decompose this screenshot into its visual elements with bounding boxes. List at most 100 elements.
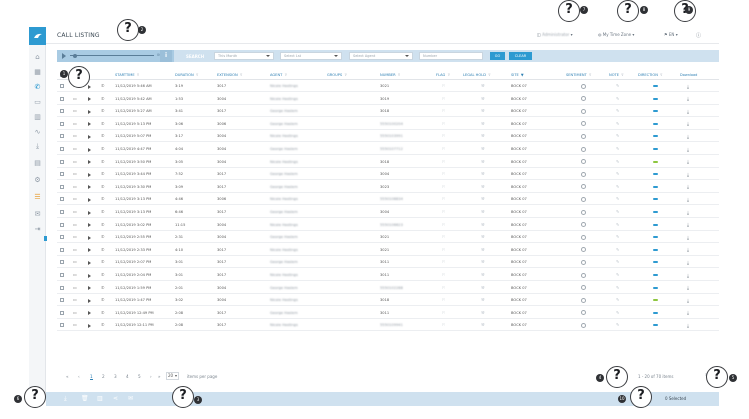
row-checkbox[interactable] [60, 134, 64, 139]
page-4-button[interactable]: 4 [126, 374, 129, 379]
page-2-button[interactable]: 2 [102, 374, 105, 379]
play-icon[interactable] [88, 273, 91, 278]
download-icon[interactable]: ⤓ [687, 210, 689, 216]
column-header-site[interactable]: SITE ▼ [511, 73, 524, 77]
column-header-starttime[interactable]: STARTTIME ⊽ [115, 73, 139, 77]
flag-icon[interactable]: ⚐ [442, 134, 446, 138]
last-page-button[interactable]: » [158, 374, 161, 379]
chart-icon[interactable]: ▥ [33, 112, 42, 121]
timezone-menu[interactable]: ◍ My Time Zone ▾ [598, 32, 634, 37]
play-icon[interactable] [88, 97, 91, 102]
note-icon[interactable]: ✎ [616, 109, 619, 113]
download-icon[interactable]: ⤓ [687, 172, 689, 178]
gavel-icon[interactable]: ⚒ [481, 310, 485, 315]
prev-page-button[interactable]: ‹ [78, 374, 80, 379]
column-header-legal-hold[interactable]: LEGAL HOLD ⊽ [463, 73, 491, 77]
row-checkbox[interactable] [60, 147, 64, 151]
flag-icon[interactable]: ⚐ [442, 273, 446, 277]
logo[interactable] [29, 27, 46, 45]
filter-icon[interactable]: ⊽ [589, 73, 592, 77]
date-range-select[interactable]: This Month [214, 52, 274, 60]
play-icon[interactable] [88, 223, 91, 228]
filter-icon[interactable]: ⊽ [344, 73, 347, 77]
download-icon[interactable]: ⤓ [687, 235, 689, 241]
flag-icon[interactable]: ⚐ [442, 323, 446, 327]
screen-icon[interactable]: ▭ [33, 97, 42, 106]
gavel-icon[interactable]: ⚒ [481, 285, 485, 290]
screen-icon[interactable]: ▭ [73, 109, 77, 113]
help-bubble[interactable]: ? [617, 0, 639, 22]
page-size-select[interactable]: 20 [166, 372, 179, 380]
filter-icon[interactable]: ⊽ [240, 73, 243, 77]
home-icon[interactable]: ⌂ [33, 52, 42, 61]
play-icon[interactable] [88, 298, 91, 303]
screen-icon[interactable]: ▭ [73, 247, 77, 252]
phone-icon[interactable]: ✆ [33, 82, 42, 91]
column-header-note[interactable]: NOTE ⊽ [609, 73, 624, 77]
share-icon[interactable]: ⋖ [113, 395, 118, 402]
help-bubble[interactable]: ? [706, 366, 728, 388]
filter-icon[interactable]: ⊽ [284, 73, 287, 77]
screen-icon[interactable]: ▭ [73, 96, 77, 101]
gavel-icon[interactable]: ⚒ [481, 210, 485, 214]
gavel-icon[interactable]: ⚒ [481, 147, 485, 151]
flag-icon[interactable]: ⚐ [442, 197, 446, 201]
note-icon[interactable]: ✎ [616, 197, 619, 201]
info-button[interactable]: i [160, 50, 172, 62]
gavel-icon[interactable]: ⚒ [481, 273, 485, 277]
column-header-extension[interactable]: EXTENSION ⊽ [217, 73, 242, 77]
flag-icon[interactable]: ⚐ [442, 210, 446, 214]
gavel-icon[interactable]: ⚒ [481, 96, 485, 101]
download-icon[interactable]: ⤓ [687, 247, 689, 253]
clear-button[interactable]: CLEAR [509, 52, 532, 60]
play-icon[interactable] [88, 84, 91, 89]
screen-icon[interactable]: ▭ [73, 210, 77, 214]
play-icon[interactable] [88, 260, 91, 265]
screen-icon[interactable]: ▭ [73, 235, 77, 239]
play-icon[interactable] [62, 53, 66, 59]
row-checkbox[interactable] [60, 273, 64, 277]
screen-icon[interactable]: ▭ [73, 159, 77, 164]
note-icon[interactable]: ✎ [616, 235, 619, 239]
gavel-icon[interactable]: ⚒ [481, 84, 485, 88]
play-icon[interactable] [88, 311, 91, 316]
note-icon[interactable]: ✎ [616, 273, 619, 277]
filter-icon[interactable]: ⊽ [398, 73, 401, 77]
note-icon[interactable]: ✎ [616, 222, 619, 227]
flag-icon[interactable]: ⚐ [442, 172, 446, 176]
row-checkbox[interactable] [60, 222, 64, 227]
note-icon[interactable]: ✎ [616, 159, 619, 164]
play-icon[interactable] [88, 109, 91, 114]
play-icon[interactable] [88, 197, 91, 202]
play-icon[interactable] [88, 160, 91, 165]
gavel-icon[interactable]: ⚒ [481, 247, 485, 252]
note-icon[interactable]: ✎ [616, 260, 619, 264]
play-icon[interactable] [88, 248, 91, 253]
note-icon[interactable]: ✎ [616, 285, 619, 290]
row-checkbox[interactable] [60, 84, 64, 88]
screen-icon[interactable]: ▭ [73, 172, 77, 176]
screen-icon[interactable]: ▭ [73, 323, 77, 327]
download-icon[interactable]: ⤓ [687, 310, 689, 316]
play-icon[interactable] [88, 210, 91, 215]
gavel-icon[interactable]: ⚒ [481, 298, 485, 302]
download-icon[interactable]: ⤓ [687, 84, 689, 90]
agent-select[interactable]: Select Agent [349, 52, 413, 60]
filter-icon[interactable]: ⊽ [488, 73, 491, 77]
note-icon[interactable]: ✎ [616, 147, 619, 151]
download-icon[interactable]: ⤓ [687, 323, 689, 329]
logout-icon[interactable]: ⇥ [33, 224, 42, 233]
note-icon[interactable]: ✎ [616, 323, 619, 327]
download-icon[interactable]: ⤓ [687, 134, 689, 140]
row-checkbox[interactable] [60, 197, 64, 202]
column-header-flag[interactable]: FLAG ⊽ [436, 73, 450, 77]
note-icon[interactable]: ✎ [616, 84, 619, 88]
row-checkbox[interactable] [60, 159, 64, 164]
note-icon[interactable]: ✎ [616, 184, 619, 189]
help-bubble[interactable]: ? [68, 66, 90, 88]
row-checkbox[interactable] [60, 323, 64, 328]
first-page-button[interactable]: « [66, 374, 69, 379]
filter-icon[interactable]: ⊽ [621, 73, 624, 77]
help-bubble[interactable]: ? [630, 386, 652, 408]
filter-icon[interactable]: ⊽ [137, 73, 140, 77]
